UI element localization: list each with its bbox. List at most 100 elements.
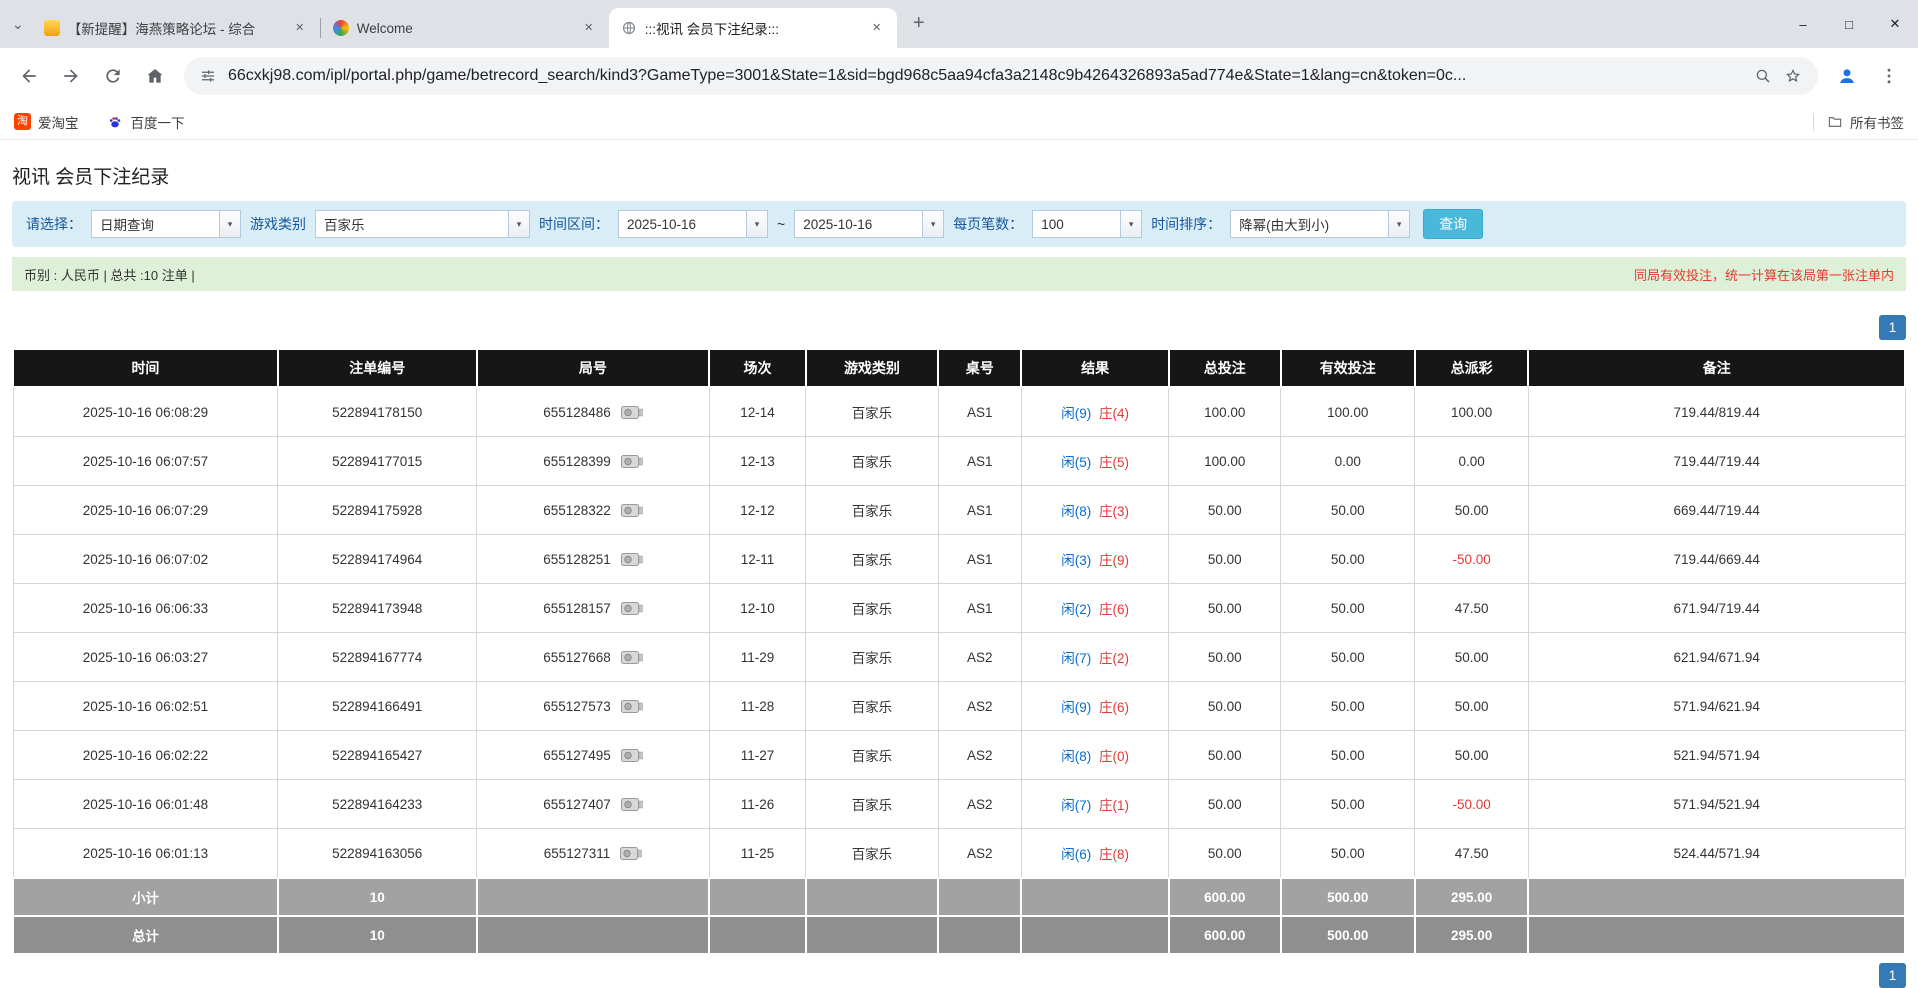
snapshot-camera-icon[interactable] xyxy=(621,601,643,616)
column-header-4: 场次 xyxy=(709,349,805,387)
game-type-select[interactable]: 百家乐 ▾ xyxy=(315,210,530,238)
tab-betrecord-active[interactable]: :::视讯 会员下注纪录::: ✕ xyxy=(609,8,897,48)
cell-session: 12-14 xyxy=(709,387,805,437)
result-banker: 庄(1) xyxy=(1099,798,1129,813)
cell-game-type: 百家乐 xyxy=(806,780,938,829)
bookmark-aitaobao[interactable]: 淘 爱淘宝 xyxy=(14,112,79,132)
snapshot-camera-icon[interactable] xyxy=(621,552,643,567)
snapshot-camera-icon[interactable] xyxy=(621,405,643,420)
browser-toolbar: 66cxkj98.com/ipl/portal.php/game/betreco… xyxy=(0,48,1918,104)
cell-total-bet-link[interactable]: 50.00 xyxy=(1169,682,1281,731)
cell-session: 11-25 xyxy=(709,829,805,879)
date-from-select[interactable]: 2025-10-16 ▾ xyxy=(618,210,768,238)
snapshot-camera-icon[interactable] xyxy=(621,748,643,763)
tab-strip: ⌄ 【新提醒】海燕策略论坛 - 综合 ✕ Welcome ✕ :::视讯 会员下… xyxy=(0,0,1918,48)
bookmark-star-icon[interactable] xyxy=(1784,67,1802,85)
cell-remark: 521.94/571.94 xyxy=(1528,731,1905,780)
chevron-down-icon[interactable]: ▾ xyxy=(219,211,240,237)
snapshot-camera-icon[interactable] xyxy=(621,454,643,469)
tab-close-icon[interactable]: ✕ xyxy=(581,20,597,36)
tab-close-icon[interactable]: ✕ xyxy=(292,20,308,36)
cell-time: 2025-10-16 06:07:29 xyxy=(13,486,278,535)
cell-remark: 719.44/719.44 xyxy=(1528,437,1905,486)
profile-icon[interactable] xyxy=(1828,57,1866,95)
site-info-icon[interactable] xyxy=(200,68,216,84)
cell-session: 12-13 xyxy=(709,437,805,486)
snapshot-camera-icon[interactable] xyxy=(620,846,642,861)
cell-total-bet-link[interactable]: 50.00 xyxy=(1169,535,1281,584)
bet-row: 2025-10-16 06:01:13 522894163056 6551273… xyxy=(13,829,1905,879)
home-button[interactable] xyxy=(136,57,174,95)
query-type-value: 日期查询 xyxy=(92,211,219,237)
tab-welcome[interactable]: Welcome ✕ xyxy=(321,8,609,48)
menu-icon[interactable] xyxy=(1870,57,1908,95)
search-button[interactable]: 查询 xyxy=(1423,209,1483,239)
page-size-select[interactable]: 100 ▾ xyxy=(1032,210,1142,238)
cell-total-bet-link[interactable]: 100.00 xyxy=(1169,387,1281,437)
query-type-select[interactable]: 日期查询 ▾ xyxy=(91,210,241,238)
cell-total-bet-link[interactable]: 50.00 xyxy=(1169,486,1281,535)
minimize-button[interactable]: – xyxy=(1780,0,1826,48)
cell-total-bet-link[interactable]: 50.00 xyxy=(1169,829,1281,879)
snapshot-camera-icon[interactable] xyxy=(621,503,643,518)
summary-text: 币别 : 人民币 | 总共 :10 注单 | xyxy=(24,265,195,284)
refresh-button[interactable] xyxy=(94,57,132,95)
cell-session: 11-27 xyxy=(709,731,805,780)
sort-order-select[interactable]: 降幂(由大到小) ▾ xyxy=(1230,210,1410,238)
chevron-down-icon[interactable]: ▾ xyxy=(922,211,943,237)
cell-total-bet-link[interactable]: 50.00 xyxy=(1169,633,1281,682)
cell-remark: 719.44/669.44 xyxy=(1528,535,1905,584)
all-bookmarks-button[interactable]: 所有书签 xyxy=(1826,112,1904,132)
result-banker: 庄(8) xyxy=(1099,847,1129,862)
sort-order-value: 降幂(由大到小) xyxy=(1231,211,1388,237)
cell-total-bet-link[interactable]: 50.00 xyxy=(1169,584,1281,633)
bookmarks-right: 所有书签 xyxy=(1813,112,1904,132)
chevron-down-icon[interactable]: ▾ xyxy=(1388,211,1409,237)
summary-bar: 币别 : 人民币 | 总共 :10 注单 | 同局有效投注，统一计算在该局第一张… xyxy=(12,257,1906,291)
result-banker: 庄(5) xyxy=(1099,455,1129,470)
address-bar[interactable]: 66cxkj98.com/ipl/portal.php/game/betreco… xyxy=(184,57,1818,95)
cell-total-bet-link[interactable]: 100.00 xyxy=(1169,437,1281,486)
cell-result: 闲(9) 庄(6) xyxy=(1021,682,1169,731)
date-from-value: 2025-10-16 xyxy=(619,211,746,237)
snapshot-camera-icon[interactable] xyxy=(621,699,643,714)
cell-remark: 671.94/719.44 xyxy=(1528,584,1905,633)
footer-empty-cell xyxy=(1021,878,1169,916)
url-text[interactable]: 66cxkj98.com/ipl/portal.php/game/betreco… xyxy=(228,67,1742,85)
cell-session: 11-29 xyxy=(709,633,805,682)
cell-time: 2025-10-16 06:01:48 xyxy=(13,780,278,829)
tab-forum[interactable]: 【新提醒】海燕策略论坛 - 综合 ✕ xyxy=(32,8,320,48)
chevron-down-icon[interactable]: ▾ xyxy=(508,211,529,237)
page-1-button[interactable]: 1 xyxy=(1879,963,1906,988)
bookmark-label: 爱淘宝 xyxy=(38,112,79,132)
cell-bet-id: 522894173948 xyxy=(278,584,477,633)
maximize-button[interactable]: □ xyxy=(1826,0,1872,48)
result-player: 闲(8) xyxy=(1061,749,1091,764)
cell-result: 闲(7) 庄(1) xyxy=(1021,780,1169,829)
cell-total-bet-link[interactable]: 50.00 xyxy=(1169,731,1281,780)
page-1-button[interactable]: 1 xyxy=(1879,315,1906,340)
cell-time: 2025-10-16 06:06:33 xyxy=(13,584,278,633)
forward-button[interactable] xyxy=(52,57,90,95)
bookmark-baidu[interactable]: 百度一下 xyxy=(107,112,185,132)
bet-row: 2025-10-16 06:08:29 522894178150 6551284… xyxy=(13,387,1905,437)
snapshot-camera-icon[interactable] xyxy=(621,650,643,665)
snapshot-camera-icon[interactable] xyxy=(621,797,643,812)
cell-session: 12-10 xyxy=(709,584,805,633)
back-button[interactable] xyxy=(10,57,48,95)
bet-row: 2025-10-16 06:02:22 522894165427 6551274… xyxy=(13,731,1905,780)
tab-close-icon[interactable]: ✕ xyxy=(869,20,885,36)
game-type-value: 百家乐 xyxy=(316,211,508,237)
cell-total-bet-link[interactable]: 50.00 xyxy=(1169,780,1281,829)
bet-row: 2025-10-16 06:01:48 522894164233 6551274… xyxy=(13,780,1905,829)
chevron-down-icon[interactable]: ▾ xyxy=(746,211,767,237)
footer-empty-cell xyxy=(938,878,1021,916)
new-tab-button[interactable]: + xyxy=(905,10,933,38)
date-to-select[interactable]: 2025-10-16 ▾ xyxy=(794,210,944,238)
zoom-icon[interactable] xyxy=(1754,67,1772,85)
cell-bet-id: 522894166491 xyxy=(278,682,477,731)
cell-time: 2025-10-16 06:08:29 xyxy=(13,387,278,437)
tab-list-chevron-icon[interactable]: ⌄ xyxy=(12,16,24,33)
chevron-down-icon[interactable]: ▾ xyxy=(1120,211,1141,237)
close-window-button[interactable]: ✕ xyxy=(1872,0,1918,48)
